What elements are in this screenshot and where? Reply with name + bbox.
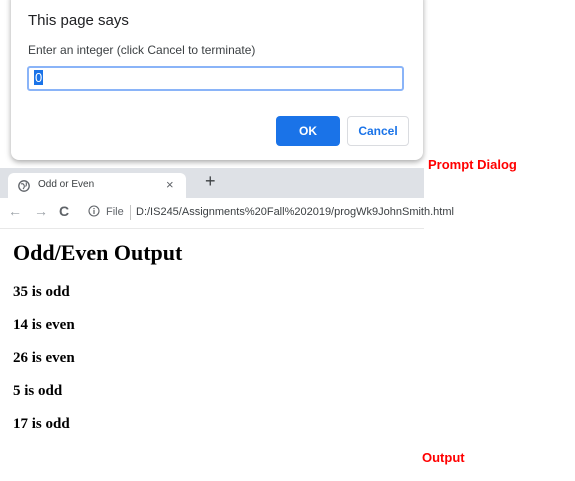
prompt-dialog-annotation: Prompt Dialog — [428, 157, 517, 172]
address-bar[interactable]: File D:/IS245/Assignments%20Fall%202019/… — [84, 202, 454, 224]
reload-icon[interactable]: C — [59, 203, 69, 219]
url-text: D:/IS245/Assignments%20Fall%202019/progW… — [136, 206, 454, 218]
forward-icon[interactable]: → — [34, 203, 48, 219]
close-tab-icon[interactable]: × — [166, 177, 174, 192]
cancel-button[interactable]: Cancel — [347, 116, 409, 146]
back-icon[interactable]: ← — [8, 203, 22, 219]
output-line: 17 is odd — [13, 416, 70, 432]
globe-icon — [18, 180, 30, 192]
tab-odd-or-even[interactable]: Odd or Even × — [8, 173, 186, 198]
output-line: 5 is odd — [13, 383, 63, 399]
new-tab-icon[interactable]: + — [205, 171, 216, 192]
ok-button[interactable]: OK — [276, 116, 340, 146]
input-value: 0 — [34, 70, 44, 85]
tab-title: Odd or Even — [38, 179, 95, 190]
output-line: 35 is odd — [13, 284, 70, 300]
output-list: 35 is odd 14 is even 26 is even 5 is odd… — [13, 283, 75, 448]
integer-input[interactable]: 0 — [27, 66, 404, 91]
omnibox-divider — [130, 205, 131, 220]
info-icon[interactable] — [88, 205, 100, 217]
scheme-label: File — [106, 206, 124, 218]
output-annotation: Output — [422, 450, 465, 465]
dialog-message: Enter an integer (click Cancel to termin… — [28, 43, 256, 57]
page-heading: Odd/Even Output — [13, 240, 183, 265]
dialog-title: This page says — [28, 12, 129, 29]
output-line: 14 is even — [13, 317, 75, 333]
navigation-bar: ← → C File D:/IS245/Assignments%20Fall%2… — [0, 198, 454, 229]
output-line: 26 is even — [13, 350, 75, 366]
tab-strip: Odd or Even × + — [0, 168, 424, 198]
prompt-dialog: This page says Enter an integer (click C… — [11, 0, 423, 160]
